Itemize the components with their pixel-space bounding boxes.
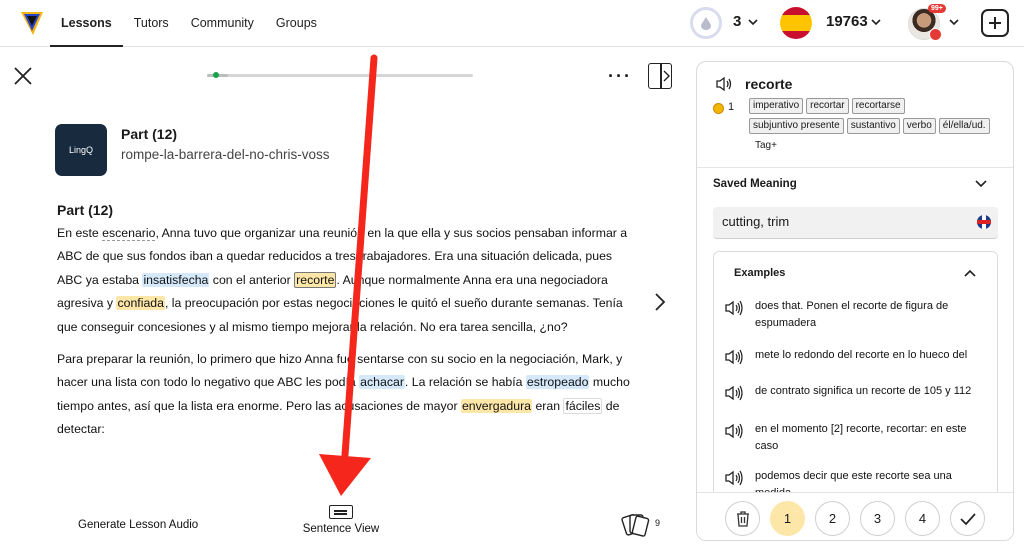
nav-community[interactable]: Community [180, 0, 265, 47]
status-coin-icon [713, 103, 724, 114]
nav-groups[interactable]: Groups [265, 0, 328, 47]
saved-meaning-label: Saved Meaning [713, 178, 797, 190]
status-1-button[interactable]: 1 [770, 501, 805, 536]
add-lesson-button[interactable] [981, 9, 1009, 37]
add-tag-button[interactable]: Tag+ [749, 138, 783, 153]
check-icon [959, 512, 976, 525]
example-item[interactable]: mete lo redondo del recorte en lo hueco … [724, 347, 989, 365]
delete-button[interactable] [725, 501, 760, 536]
main-nav: Lessons Tutors Community Groups [50, 0, 328, 47]
trash-icon [736, 510, 749, 527]
text-run[interactable]: con el anterior [209, 273, 294, 287]
notification-badge: 99+ [928, 4, 946, 13]
chevron-up-icon[interactable] [964, 269, 976, 277]
cover-logo-text: LingQ [68, 145, 94, 155]
meaning-input[interactable]: cutting, trim [713, 207, 998, 239]
lesson-title: Part (12) [121, 126, 178, 142]
example-text: de contrato significa un recorte de 105 … [755, 385, 972, 397]
lesson-text: En este escenario, Anna tuvo que organiz… [57, 222, 632, 451]
chevron-down-icon[interactable] [871, 17, 881, 27]
example-text: does that. Ponen el recorte de figura de… [755, 300, 949, 329]
word-estropeado[interactable]: estropeado [525, 375, 590, 390]
example-item[interactable]: en el momento [2] recorte, recortar: en … [724, 421, 989, 455]
paragraph-2: Para preparar la reunión, lo primero que… [57, 348, 632, 442]
text-heading: Part (12) [57, 202, 114, 218]
word-panel: recorte 1 imperativo recortar recortarse su… [696, 61, 1014, 541]
progress-marker[interactable] [213, 72, 219, 78]
example-item[interactable]: de contrato significa un recorte de 105 … [724, 383, 989, 401]
speaker-icon[interactable] [724, 300, 746, 316]
chevron-down-icon[interactable] [748, 17, 758, 27]
chevron-down-icon[interactable] [975, 180, 987, 188]
nav-lessons[interactable]: Lessons [50, 0, 123, 47]
text-run[interactable]: . La relación se había [405, 375, 526, 389]
speaker-icon[interactable] [724, 349, 746, 365]
lingq-logo-icon[interactable] [19, 9, 45, 37]
chevron-right-icon [663, 70, 670, 82]
next-page-chevron-icon[interactable] [653, 292, 667, 312]
example-item[interactable]: does that. Ponen el recorte de figura de… [724, 298, 989, 332]
word-confiada[interactable]: confiada [116, 296, 165, 311]
tag-chip[interactable]: subjuntivo presente [749, 118, 844, 134]
speaker-icon[interactable] [724, 470, 746, 486]
word-insatisfecha[interactable]: insatisfecha [142, 272, 210, 287]
tag-chip[interactable]: verbo [902, 118, 936, 134]
sentence-view-label: Sentence View [302, 523, 380, 535]
tag-chip[interactable]: recortarse [851, 98, 905, 114]
selected-term: recorte [745, 76, 793, 92]
tag-list: imperativo recortar recortarse subjuntivo p… [749, 98, 999, 153]
word-escenario[interactable]: escenario [102, 226, 156, 241]
plus-icon [989, 17, 1001, 29]
drop-icon [701, 17, 711, 30]
streak-count[interactable]: 3 [733, 13, 741, 30]
word-envergadura[interactable]: envergadura [460, 398, 533, 413]
flashcards-count: 9 [655, 518, 661, 528]
streak-ring-icon[interactable] [690, 7, 722, 39]
text-run[interactable]: eran [532, 399, 563, 413]
uk-flag-icon[interactable] [977, 215, 991, 229]
lesson-cover-image: LingQ [55, 124, 107, 176]
sentence-view-button[interactable]: Sentence View [300, 505, 382, 535]
status-bar: 1234 [697, 492, 1013, 540]
spain-flag-icon[interactable] [780, 7, 812, 39]
known-check-button[interactable] [950, 501, 985, 536]
word-recorte[interactable]: recorte [294, 271, 337, 288]
generate-lesson-audio-button[interactable]: Generate Lesson Audio [78, 519, 198, 531]
tag-chip[interactable]: sustantivo [846, 118, 900, 134]
flashcards-icon[interactable] [621, 512, 651, 538]
example-text: en el momento [2] recorte, recortar: en … [755, 423, 967, 452]
status-2-button[interactable]: 2 [815, 501, 850, 536]
speaker-icon[interactable] [724, 423, 746, 439]
coin-count[interactable]: 19763 [826, 13, 868, 30]
tag-chip[interactable]: él/ella/ud. [938, 118, 990, 134]
examples-label: Examples [734, 267, 786, 279]
text-run[interactable]: En este [57, 226, 102, 240]
sentence-view-icon [329, 505, 353, 519]
speaker-icon[interactable] [715, 76, 733, 92]
tag-chip[interactable]: imperativo [749, 98, 804, 114]
example-text: mete lo redondo del recorte en lo hueco … [755, 349, 968, 361]
close-icon[interactable] [12, 65, 34, 87]
course-slug: rompe-la-barrera-del-no-chris-voss [121, 147, 330, 162]
sidebar-toggle-icon[interactable] [648, 63, 672, 89]
term-status-level: 1 [728, 101, 735, 113]
lesson-progress-bar[interactable] [207, 72, 473, 78]
word-fáciles[interactable]: fáciles [563, 397, 603, 414]
chevron-down-icon[interactable] [949, 17, 959, 27]
status-3-button[interactable]: 3 [860, 501, 895, 536]
word-achacar[interactable]: achacar [359, 375, 405, 390]
top-bar: Lessons Tutors Community Groups 3 19763 … [0, 0, 1024, 47]
shield-icon [929, 28, 942, 41]
nav-tutors[interactable]: Tutors [123, 0, 180, 47]
paragraph-1: En este escenario, Anna tuvo que organiz… [57, 222, 632, 339]
speaker-icon[interactable] [724, 385, 746, 401]
more-options-icon[interactable]: ··· [608, 66, 632, 87]
divider [697, 167, 1013, 168]
status-4-button[interactable]: 4 [905, 501, 940, 536]
tag-chip[interactable]: recortar [806, 98, 849, 114]
